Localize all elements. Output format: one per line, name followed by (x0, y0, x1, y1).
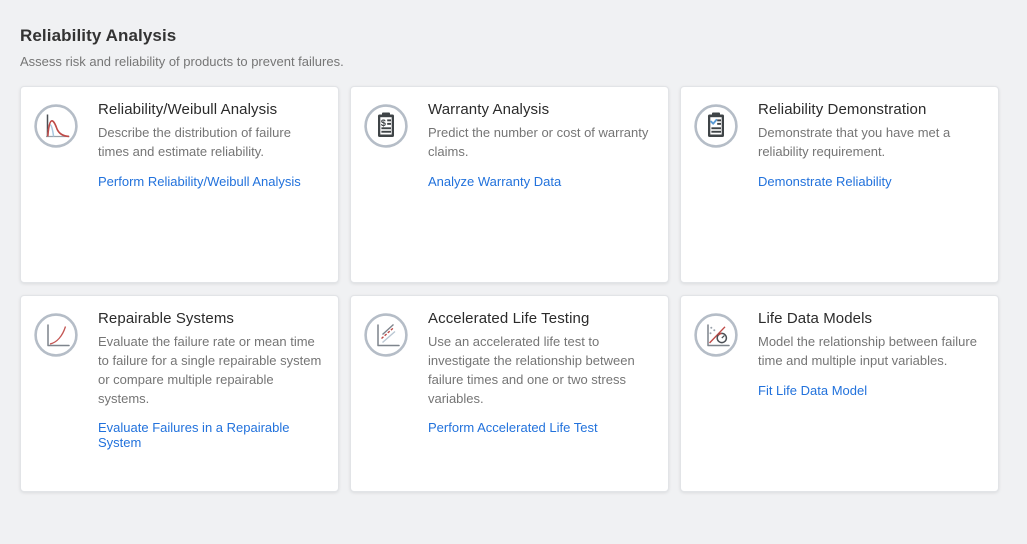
perform-reliability-weibull-analysis-link[interactable]: Perform Reliability/Weibull Analysis (98, 174, 301, 189)
analyze-warranty-data-link[interactable]: Analyze Warranty Data (428, 174, 561, 189)
card-body: Life Data Models Model the relationship … (758, 309, 983, 400)
card-title: Life Data Models (758, 310, 983, 327)
parallel-trend-lines-chart-icon (364, 313, 408, 357)
card-title: Repairable Systems (98, 310, 323, 327)
card-reliability-weibull-analysis: Reliability/Weibull Analysis Describe th… (20, 86, 339, 283)
card-description: Use an accelerated life test to investig… (428, 333, 653, 408)
weibull-distribution-icon (34, 104, 78, 148)
card-warranty-analysis: $ Warranty Analysis Predict the number o… (350, 86, 669, 283)
perform-accelerated-life-test-link[interactable]: Perform Accelerated Life Test (428, 420, 598, 435)
card-description: Describe the distribution of failure tim… (98, 124, 323, 162)
card-title: Reliability/Weibull Analysis (98, 101, 323, 118)
page-title: Reliability Analysis (20, 26, 1007, 46)
svg-text:$: $ (381, 118, 386, 128)
regression-line-gauge-icon (694, 313, 738, 357)
page-subtitle: Assess risk and reliability of products … (20, 54, 1007, 69)
card-repairable-systems: Repairable Systems Evaluate the failure … (20, 295, 339, 492)
card-title: Accelerated Life Testing (428, 310, 653, 327)
evaluate-failures-repairable-system-link[interactable]: Evaluate Failures in a Repairable System (98, 420, 323, 450)
card-body: Repairable Systems Evaluate the failure … (98, 309, 323, 452)
card-body: Reliability/Weibull Analysis Describe th… (98, 100, 323, 191)
card-life-data-models: Life Data Models Model the relationship … (680, 295, 999, 492)
card-description: Evaluate the failure rate or mean time t… (98, 333, 323, 408)
card-description: Model the relationship between failure t… (758, 333, 983, 371)
reliability-analysis-page: Reliability Analysis Assess risk and rel… (0, 0, 1027, 492)
card-title: Reliability Demonstration (758, 101, 983, 118)
card-title: Warranty Analysis (428, 101, 653, 118)
card-description: Predict the number or cost of warranty c… (428, 124, 653, 162)
card-reliability-demonstration: Reliability Demonstration Demonstrate th… (680, 86, 999, 283)
warranty-clipboard-dollar-icon: $ (364, 104, 408, 148)
growth-curve-chart-icon (34, 313, 78, 357)
card-body: Reliability Demonstration Demonstrate th… (758, 100, 983, 191)
card-body: Accelerated Life Testing Use an accelera… (428, 309, 653, 437)
card-description: Demonstrate that you have met a reliabil… (758, 124, 983, 162)
card-body: Warranty Analysis Predict the number or … (428, 100, 653, 191)
clipboard-checkmark-icon (694, 104, 738, 148)
analysis-card-grid: Reliability/Weibull Analysis Describe th… (20, 86, 1007, 492)
demonstrate-reliability-link[interactable]: Demonstrate Reliability (758, 174, 892, 189)
card-accelerated-life-testing: Accelerated Life Testing Use an accelera… (350, 295, 669, 492)
fit-life-data-model-link[interactable]: Fit Life Data Model (758, 383, 867, 398)
